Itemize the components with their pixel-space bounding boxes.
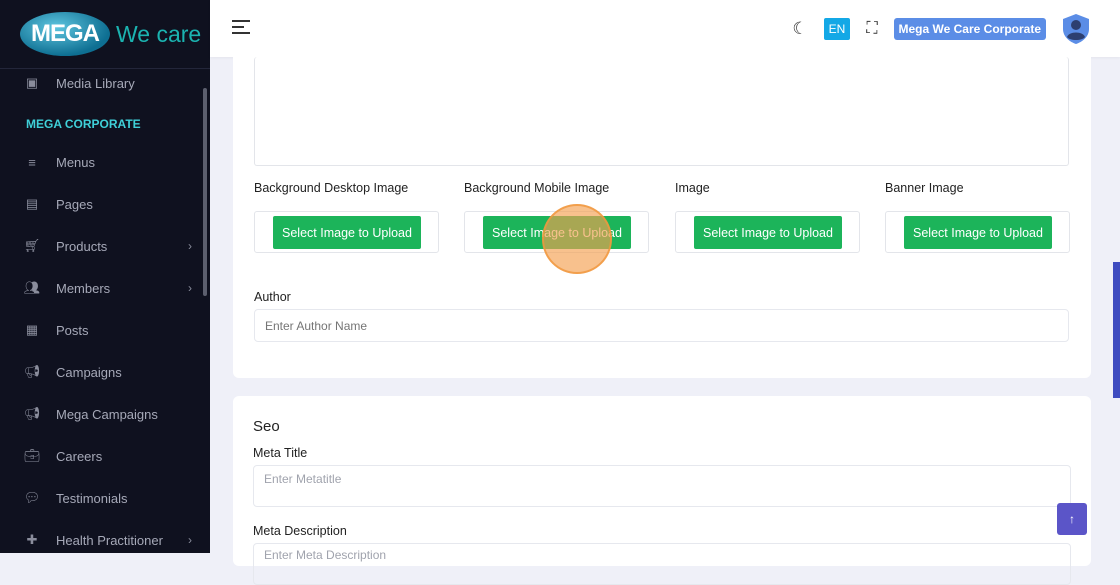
select-image-upload-button[interactable]: Select Image to Upload xyxy=(273,216,421,249)
sidebar-section-title: MEGA CORPORATE xyxy=(0,97,210,141)
author-label: Author xyxy=(254,290,291,304)
sidebar-item-label: Pages xyxy=(56,197,93,212)
meta-description-label: Meta Description xyxy=(253,524,347,538)
image-upload-box: Select Image to Upload xyxy=(675,211,860,253)
sidebar-scrollbar[interactable] xyxy=(203,88,207,296)
sidebar-item-menus[interactable]: ≡ Menus xyxy=(0,141,210,183)
chevron-right-icon: › xyxy=(188,281,192,295)
chat-icon: 💬︎ xyxy=(24,491,40,505)
sidebar-item-posts[interactable]: ▦ Posts xyxy=(0,309,210,351)
image-upload-box: Select Image to Upload xyxy=(254,211,439,253)
content-card: Background Desktop Image Select Image to … xyxy=(233,57,1091,378)
arrow-up-icon: ↑ xyxy=(1069,512,1075,526)
sidebar-item-label: Members xyxy=(56,281,110,296)
sidebar: MEGA We care ▣ Media Library MEGA CORPOR… xyxy=(0,0,210,553)
image-upload-box: Select Image to Upload xyxy=(885,211,1070,253)
page-scrollbar-thumb[interactable] xyxy=(1113,262,1120,398)
sidebar-item-label: Health Practitioner xyxy=(56,533,163,548)
sidebar-item-label: Careers xyxy=(56,449,102,464)
seo-card: Seo Meta Title Enter Metatitle Meta Desc… xyxy=(233,396,1091,566)
image-label: Background Desktop Image xyxy=(254,181,408,195)
topbar: ☾ EN ⛶ Mega We Care Corporate xyxy=(210,0,1120,57)
cart-icon: 🛒︎ xyxy=(24,239,40,253)
sidebar-item-media-library[interactable]: ▣ Media Library xyxy=(0,69,210,97)
sidebar-item-label: Mega Campaigns xyxy=(56,407,158,422)
newspaper-icon: ▦ xyxy=(24,323,40,337)
select-image-upload-button[interactable]: Select Image to Upload xyxy=(904,216,1052,249)
sidebar-item-health-practitioner[interactable]: ✚ Health Practitioner › xyxy=(0,519,210,553)
language-button[interactable]: EN xyxy=(824,18,851,40)
click-indicator xyxy=(542,204,612,274)
image-label: Image xyxy=(675,181,710,195)
dark-mode-moon-icon[interactable]: ☾ xyxy=(792,19,807,39)
logo[interactable]: MEGA We care xyxy=(0,0,210,69)
sidebar-item-members[interactable]: 👥︎ Members › xyxy=(0,267,210,309)
hamburger-menu-icon[interactable] xyxy=(232,20,250,38)
sidebar-item-testimonials[interactable]: 💬︎ Testimonials xyxy=(0,477,210,519)
content-editor-area[interactable] xyxy=(254,57,1069,166)
camera-icon: ▣ xyxy=(24,76,40,90)
logo-text: We care xyxy=(116,21,201,48)
chevron-right-icon: › xyxy=(188,533,192,547)
author-input[interactable] xyxy=(254,309,1069,342)
user-shield-avatar-icon[interactable] xyxy=(1062,13,1090,45)
sidebar-item-mega-campaigns[interactable]: 📢︎ Mega Campaigns xyxy=(0,393,210,435)
fullscreen-icon[interactable]: ⛶ xyxy=(866,20,877,38)
sidebar-item-label: Media Library xyxy=(56,76,135,91)
meta-title-input[interactable]: Enter Metatitle xyxy=(253,465,1071,507)
seo-heading: Seo xyxy=(253,418,280,435)
logo-mark: MEGA xyxy=(20,12,110,56)
users-icon: 👥︎ xyxy=(24,281,40,295)
sidebar-item-label: Posts xyxy=(56,323,89,338)
megaphone-icon: 📢︎ xyxy=(24,365,40,379)
image-label: Background Mobile Image xyxy=(464,181,609,195)
sidebar-item-pages[interactable]: ▤ Pages xyxy=(0,183,210,225)
medical-bag-icon: ✚ xyxy=(24,533,40,547)
menu-icon: ≡ xyxy=(24,155,40,169)
image-label: Banner Image xyxy=(885,181,964,195)
scroll-to-top-button[interactable]: ↑ xyxy=(1057,503,1087,535)
sidebar-item-label: Menus xyxy=(56,155,95,170)
sidebar-item-label: Products xyxy=(56,239,107,254)
sidebar-item-products[interactable]: 🛒︎ Products › xyxy=(0,225,210,267)
user-name-badge[interactable]: Mega We Care Corporate xyxy=(894,18,1046,40)
megaphone-icon: 📢︎ xyxy=(24,407,40,421)
briefcase-icon: 💼︎ xyxy=(24,449,40,463)
select-image-upload-button[interactable]: Select Image to Upload xyxy=(694,216,842,249)
sidebar-item-label: Campaigns xyxy=(56,365,122,380)
meta-title-label: Meta Title xyxy=(253,446,307,460)
layout-icon: ▤ xyxy=(24,197,40,211)
meta-description-input[interactable]: Enter Meta Description xyxy=(253,543,1071,585)
chevron-right-icon: › xyxy=(188,239,192,253)
sidebar-item-label: Testimonials xyxy=(56,491,128,506)
sidebar-item-campaigns[interactable]: 📢︎ Campaigns xyxy=(0,351,210,393)
sidebar-item-careers[interactable]: 💼︎ Careers xyxy=(0,435,210,477)
